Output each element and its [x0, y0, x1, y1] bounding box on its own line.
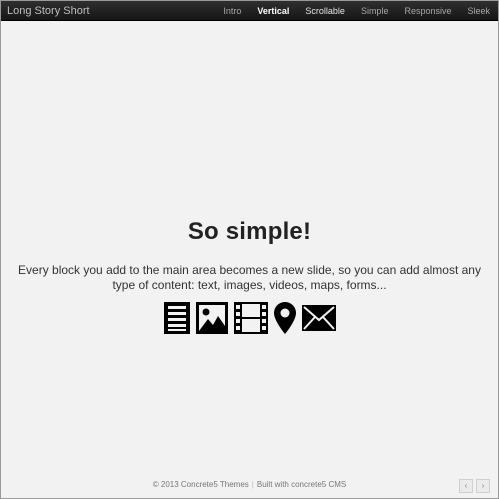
browser-frame: Long Story Short Intro Vertical Scrollab… — [0, 0, 499, 499]
nav-item-simple[interactable]: Simple — [353, 1, 397, 21]
nav-item-responsive[interactable]: Responsive — [396, 1, 459, 21]
nav-item-intro[interactable]: Intro — [215, 1, 249, 21]
footer-separator: | — [251, 480, 254, 489]
slide-pager: ‹ › — [459, 479, 490, 493]
footer-copyright: © 2013 Concrete5 Themes — [152, 480, 249, 489]
film-video-icon — [233, 302, 268, 334]
top-navbar: Long Story Short Intro Vertical Scrollab… — [1, 1, 498, 21]
site-brand[interactable]: Long Story Short — [7, 4, 90, 18]
image-icon — [195, 302, 228, 334]
slide-title: So simple! — [187, 218, 312, 245]
main-nav: Intro Vertical Scrollable Simple Respons… — [215, 1, 498, 21]
envelope-icon — [301, 305, 336, 331]
text-document-icon — [163, 302, 190, 334]
nav-item-vertical[interactable]: Vertical — [249, 1, 297, 21]
map-pin-icon — [273, 302, 296, 334]
content-type-icons — [1, 302, 498, 334]
next-slide-button[interactable]: › — [476, 479, 490, 493]
nav-item-scrollable[interactable]: Scrollable — [297, 1, 353, 21]
nav-item-sleek[interactable]: Sleek — [459, 1, 498, 21]
slide-description: Every block you add to the main area bec… — [18, 263, 481, 292]
prev-slide-button[interactable]: ‹ — [459, 479, 473, 493]
page-footer: © 2013 Concrete5 Themes | Built with concr… — [1, 479, 498, 491]
slide-content: So simple! Every block you add to the ma… — [1, 22, 498, 472]
footer-built-with-link[interactable]: Built with concrete5 CMS — [257, 480, 346, 489]
